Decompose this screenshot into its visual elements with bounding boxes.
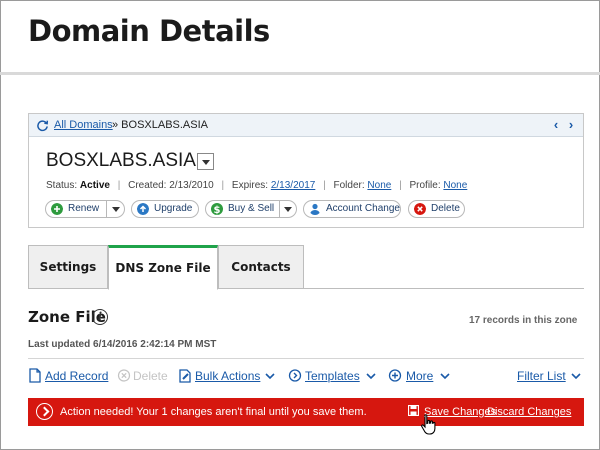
- alert-arrow-icon: [36, 403, 53, 420]
- delete-label: Delete: [431, 203, 460, 214]
- split-divider: [279, 201, 280, 217]
- zone-divider: [28, 358, 584, 359]
- meta-separator: |: [323, 180, 326, 191]
- delete-record-link[interactable]: Delete: [133, 369, 168, 383]
- info-icon[interactable]: i: [92, 309, 108, 325]
- more-icon: [388, 369, 402, 382]
- delete-record-icon: [117, 369, 131, 382]
- banner-message: Action needed! Your 1 changes aren't fin…: [60, 406, 367, 418]
- record-count: 17 records in this zone: [469, 315, 578, 326]
- delete-domain-button[interactable]: Delete: [408, 200, 465, 218]
- profile-link[interactable]: None: [443, 180, 467, 191]
- templates-chevron-icon[interactable]: [366, 373, 376, 380]
- renew-button[interactable]: Renew: [45, 200, 125, 218]
- tab-contacts[interactable]: Contacts: [218, 245, 304, 289]
- renew-dropdown-icon[interactable]: [112, 207, 120, 212]
- add-record-link[interactable]: Add Record: [45, 369, 108, 383]
- prev-domain-icon[interactable]: ‹: [549, 117, 563, 133]
- created-label: Created:: [128, 180, 167, 191]
- account-change-button[interactable]: Account Change: [303, 200, 401, 218]
- meta-separator: |: [399, 180, 402, 191]
- domain-meta-line: Status: Active | Created: 2/13/2010 | Ex…: [46, 180, 467, 191]
- templates-icon: [288, 369, 302, 382]
- discard-changes-link[interactable]: Discard Changes: [487, 406, 571, 418]
- domain-dropdown-button[interactable]: [197, 153, 214, 170]
- templates-link[interactable]: Templates: [305, 369, 360, 383]
- tab-dns-zone-file[interactable]: DNS Zone File: [108, 245, 218, 290]
- more-link[interactable]: More: [406, 369, 433, 383]
- bulk-actions-icon: [179, 369, 191, 383]
- svg-text:$: $: [214, 205, 221, 215]
- save-icon: [408, 405, 419, 416]
- meta-separator: |: [117, 180, 121, 191]
- add-record-icon: [29, 368, 41, 383]
- delete-icon: [414, 203, 426, 215]
- next-domain-icon[interactable]: ›: [564, 117, 578, 133]
- breadcrumb-current: » BOSXLABS.ASIA: [112, 119, 208, 131]
- buy-sell-dropdown-icon[interactable]: [284, 207, 292, 212]
- filter-list-link[interactable]: Filter List: [517, 369, 566, 383]
- buy-sell-label: Buy & Sell: [228, 203, 275, 214]
- status-value: Active: [79, 180, 110, 191]
- refresh-icon[interactable]: [36, 119, 49, 132]
- header-divider: [0, 72, 600, 75]
- person-icon: [310, 203, 320, 215]
- profile-label: Profile:: [409, 180, 441, 191]
- created-value: 2/13/2010: [169, 180, 214, 191]
- upgrade-label: Upgrade: [154, 203, 193, 214]
- renew-label: Renew: [68, 203, 100, 214]
- upgrade-icon: [137, 203, 149, 215]
- status-label: Status:: [46, 180, 78, 191]
- card-breadcrumb-bar: All Domains » BOSXLABS.ASIA ‹ ›: [29, 114, 583, 137]
- account-change-label: Account Change: [326, 203, 400, 214]
- renew-icon: [51, 203, 63, 215]
- bulk-actions-link[interactable]: Bulk Actions: [195, 369, 260, 383]
- page-title: Domain Details: [28, 14, 270, 48]
- folder-label: Folder:: [333, 180, 365, 191]
- dollar-icon: $: [211, 203, 223, 215]
- more-chevron-icon[interactable]: [440, 373, 450, 380]
- upgrade-button[interactable]: Upgrade: [131, 200, 199, 218]
- hand-cursor-icon: [421, 414, 436, 435]
- meta-separator: |: [221, 180, 225, 191]
- tab-settings[interactable]: Settings: [28, 245, 108, 289]
- split-divider: [106, 201, 107, 217]
- breadcrumb-all-domains[interactable]: All Domains: [54, 119, 113, 131]
- buy-sell-button[interactable]: $ Buy & Sell: [205, 200, 297, 218]
- expires-link[interactable]: 2/13/2017: [271, 180, 316, 191]
- folder-link[interactable]: None: [367, 180, 391, 191]
- action-needed-banner: Action needed! Your 1 changes aren't fin…: [28, 398, 584, 426]
- expires-label: Expires:: [231, 180, 269, 191]
- last-updated: Last updated 6/14/2016 2:42:14 PM MST: [28, 339, 217, 350]
- bulk-actions-chevron-icon[interactable]: [265, 373, 275, 380]
- domain-card: All Domains » BOSXLABS.ASIA ‹ › BOSXLABS…: [28, 113, 584, 228]
- domain-name: BOSXLABS.ASIA: [46, 150, 196, 171]
- filter-list-chevron-icon[interactable]: [571, 373, 581, 380]
